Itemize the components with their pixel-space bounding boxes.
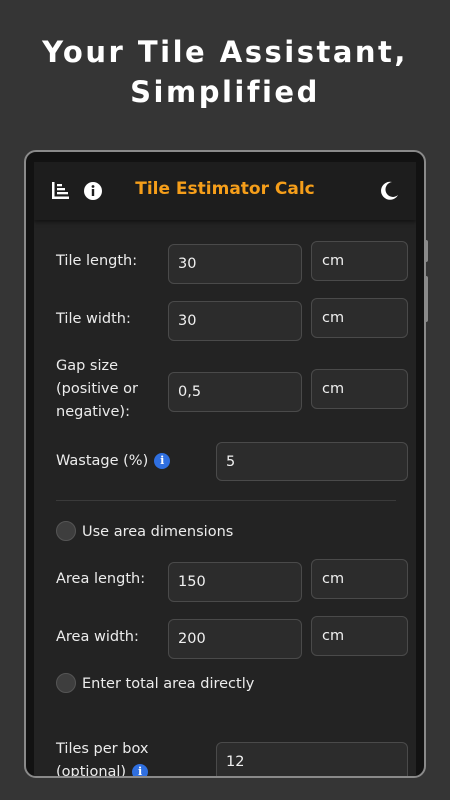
area-length-input[interactable] xyxy=(168,562,302,602)
wastage-info-icon[interactable]: i xyxy=(154,453,171,469)
tiles-per-box-label: Tiles per box (optional) i xyxy=(56,738,149,778)
area-width-input[interactable] xyxy=(168,619,302,659)
use-area-dimensions-checkbox[interactable] xyxy=(56,521,76,541)
use-area-dimensions-label: Use area dimensions xyxy=(82,524,234,540)
tile-width-label: Tile width: xyxy=(56,311,131,327)
gap-size-input[interactable] xyxy=(168,372,302,412)
gap-size-label: Gap size (positive or negative): xyxy=(56,355,138,424)
gap-size-label-line-2: (positive or xyxy=(56,381,138,397)
enter-total-area-label: Enter total area directly xyxy=(82,676,255,692)
tiles-per-box-label-line-2: (optional) i xyxy=(56,761,149,778)
tiles-per-box-input[interactable] xyxy=(216,742,408,776)
headline-line-1: Your Tile Assistant, xyxy=(42,35,408,69)
tile-length-unit: cm xyxy=(322,253,345,269)
area-width-unit: cm xyxy=(322,628,345,644)
gap-size-unit: cm xyxy=(322,381,345,397)
tablet-frame: Tile Estimator Calc Tile length: cm Tile… xyxy=(24,150,426,778)
tile-length-unit-select[interactable]: cm xyxy=(311,241,408,281)
tile-length-input[interactable] xyxy=(168,244,302,284)
enter-total-area-checkbox[interactable] xyxy=(56,673,76,693)
section-divider xyxy=(56,500,396,501)
headline-line-2: Simplified xyxy=(130,75,320,109)
app-title: Tile Estimator Calc xyxy=(135,179,315,199)
promo-headline: Your Tile Assistant, Simplified xyxy=(0,32,450,112)
area-length-unit: cm xyxy=(322,571,345,587)
wastage-input[interactable] xyxy=(216,442,408,481)
area-width-unit-select[interactable]: cm xyxy=(311,616,408,656)
wastage-label: Wastage (%) i xyxy=(56,450,171,473)
tile-length-label: Tile length: xyxy=(56,253,138,269)
app-bar: Tile Estimator Calc xyxy=(34,162,416,220)
tiles-per-box-info-icon[interactable]: i xyxy=(132,764,149,776)
area-length-unit-select[interactable]: cm xyxy=(311,559,408,599)
gap-size-unit-select[interactable]: cm xyxy=(311,369,408,409)
tile-width-input[interactable] xyxy=(168,301,302,341)
tile-width-unit: cm xyxy=(322,310,345,326)
gap-size-label-line-1: Gap size xyxy=(56,358,119,374)
tiles-per-box-label-line-2-text: (optional) xyxy=(56,764,127,778)
gap-size-label-line-3: negative): xyxy=(56,404,130,420)
tiles-per-box-label-line-1: Tiles per box xyxy=(56,741,149,757)
wastage-label-text: Wastage (%) xyxy=(56,453,149,469)
area-width-label: Area width: xyxy=(56,629,139,645)
app-screen: Tile Estimator Calc Tile length: cm Tile… xyxy=(34,162,416,778)
tile-width-unit-select[interactable]: cm xyxy=(311,298,408,338)
area-length-label: Area length: xyxy=(56,571,146,587)
moon-icon[interactable] xyxy=(378,180,400,202)
